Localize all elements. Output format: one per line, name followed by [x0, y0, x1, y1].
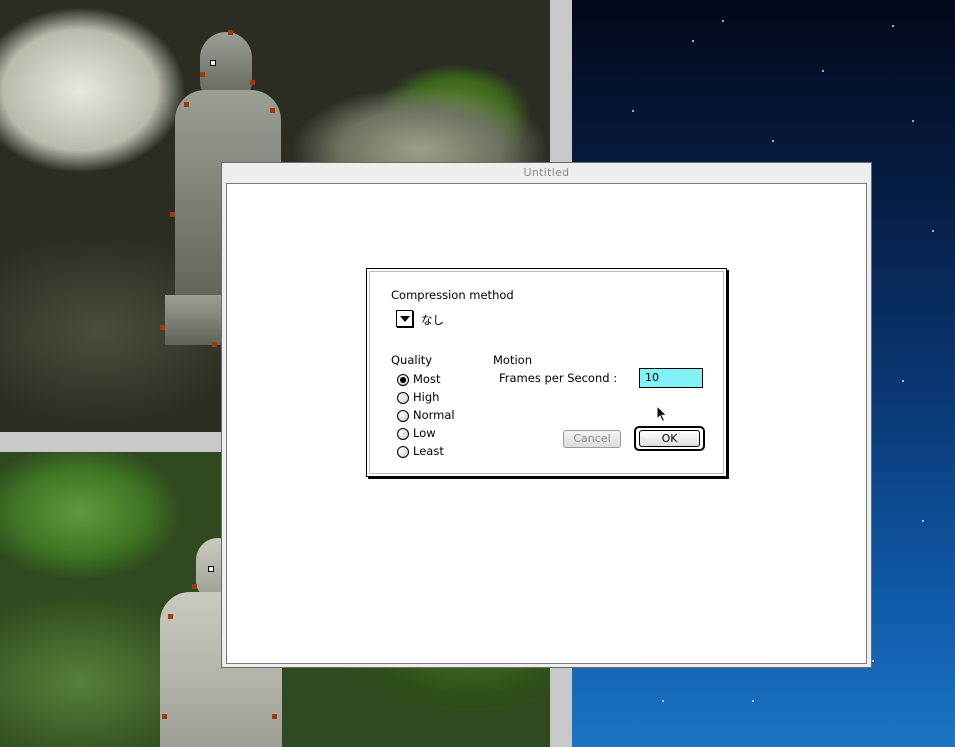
window-title[interactable]: Untitled	[222, 163, 871, 182]
tracking-point[interactable]	[270, 108, 275, 113]
radio-button[interactable]	[397, 446, 409, 458]
tracking-point[interactable]	[184, 102, 189, 107]
tracking-point[interactable]	[192, 584, 197, 589]
tracking-point[interactable]	[160, 325, 165, 330]
radio-label: Most	[413, 372, 441, 386]
radio-button[interactable]	[397, 410, 409, 422]
radio-label: Low	[413, 426, 436, 440]
radio-button[interactable]	[397, 392, 409, 404]
tracking-point[interactable]	[162, 714, 167, 719]
tracking-point[interactable]	[168, 614, 173, 619]
radio-label: High	[413, 390, 440, 404]
compression-settings-dialog: Compression method なし Quality Most High …	[366, 268, 727, 477]
compression-method-popup[interactable]	[396, 310, 413, 327]
statue-base	[165, 295, 225, 345]
frames-per-second-input[interactable]: 10	[639, 368, 703, 388]
tracking-point[interactable]	[200, 72, 205, 77]
tracking-point[interactable]	[228, 30, 233, 35]
frames-per-second-label: Frames per Second :	[499, 371, 618, 385]
compression-method-label: Compression method	[391, 288, 514, 302]
tracking-point[interactable]	[208, 566, 214, 572]
radio-label: Normal	[413, 408, 455, 422]
quality-label: Quality	[391, 353, 433, 367]
ok-button[interactable]: OK	[639, 430, 700, 447]
tracking-point[interactable]	[212, 342, 217, 347]
tracking-point[interactable]	[210, 60, 216, 66]
radio-button[interactable]	[397, 428, 409, 440]
tracking-point[interactable]	[250, 80, 255, 85]
radio-label: Least	[413, 444, 444, 458]
tracking-point[interactable]	[272, 714, 277, 719]
radio-button[interactable]	[397, 374, 409, 386]
tracking-point[interactable]	[170, 212, 175, 217]
cancel-button[interactable]: Cancel	[563, 430, 621, 448]
compression-method-value[interactable]: なし	[421, 312, 444, 328]
mouse-pointer-icon	[656, 405, 668, 423]
motion-label: Motion	[493, 353, 532, 367]
